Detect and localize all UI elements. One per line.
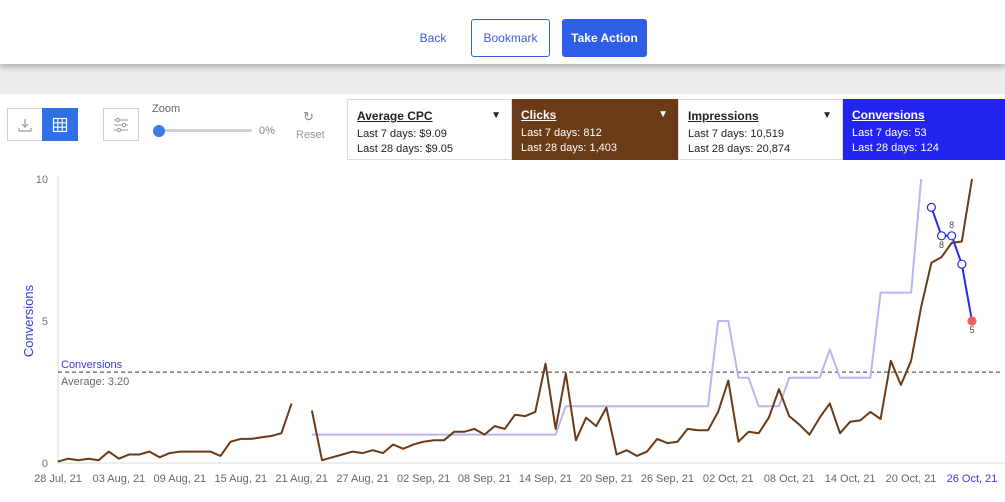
metric-7-day: Last 7 days: 812 xyxy=(521,127,602,139)
conversions-point xyxy=(936,231,947,241)
x-tick-label: 09 Aug, 21 xyxy=(154,473,207,485)
metric-card-conversions[interactable]: Conversions Last 7 days: 53 Last 28 days… xyxy=(843,99,1005,160)
metric-name: Clicks xyxy=(521,108,557,122)
x-tick-label: 14 Sep, 21 xyxy=(519,473,572,485)
x-tick-label: 08 Oct, 21 xyxy=(764,473,815,485)
metric-28-day: Last 28 days: 124 xyxy=(852,142,939,154)
zoom-slider-thumb[interactable] xyxy=(153,125,165,137)
download-button[interactable] xyxy=(7,108,43,141)
table-view-button[interactable] xyxy=(42,108,78,141)
conversions-line-chart: 0 5 10 Conversions 28 Jul, 21 03 Aug, 21 09 Au… xyxy=(21,174,1005,485)
x-tick-label: 15 Aug, 21 xyxy=(214,473,267,485)
x-tick-label: 21 Aug, 21 xyxy=(275,473,328,485)
conversions-point xyxy=(947,231,957,241)
conversions-point-label: 8 xyxy=(949,220,954,230)
metric-7-day: Last 7 days: 53 xyxy=(852,127,927,139)
back-button[interactable]: Back xyxy=(405,19,461,57)
x-tick-label: 08 Sep, 21 xyxy=(458,473,511,485)
reset-button[interactable]: Reset xyxy=(296,129,325,141)
caret-down-icon[interactable]: ▼ xyxy=(491,110,501,121)
y-tick-label: 0 xyxy=(42,458,48,470)
zoom-slider-track[interactable] xyxy=(158,129,252,132)
header-divider-band xyxy=(0,64,1005,94)
x-tick-label: 27 Aug, 21 xyxy=(336,473,389,485)
conversions-point xyxy=(926,202,936,212)
caret-down-icon[interactable]: ▼ xyxy=(658,109,668,120)
y-tick-label: 10 xyxy=(36,174,48,186)
metric-card-impressions[interactable]: Impressions ▼ Last 7 days: 10,519 Last 2… xyxy=(678,99,843,160)
zoom-label: Zoom xyxy=(152,103,181,115)
take-action-button[interactable]: Take Action xyxy=(562,19,647,57)
metric-name: Impressions xyxy=(688,109,759,123)
grid-icon xyxy=(52,117,68,132)
average-series-label: Conversions xyxy=(61,359,123,371)
conversions-point-label: 5 xyxy=(969,325,974,335)
y-axis-label: Conversions xyxy=(21,284,36,357)
y-tick-label: 5 xyxy=(42,316,48,328)
download-icon xyxy=(18,118,32,132)
sliders-icon xyxy=(114,117,128,132)
metric-card-average-cpc[interactable]: Average CPC ▼ Last 7 days: $9.09 Last 28… xyxy=(347,99,512,160)
conversions-point-label: 8 xyxy=(939,240,944,250)
metric-28-day: Last 28 days: 20,874 xyxy=(688,143,791,155)
x-tick-label: 28 Jul, 21 xyxy=(34,473,82,485)
top-action-bar: Back Bookmark Take Action xyxy=(0,0,1005,64)
average-value-label: Average: 3.20 xyxy=(61,376,129,388)
clicks-series-line xyxy=(57,178,973,463)
x-tick-label: 20 Sep, 21 xyxy=(580,473,633,485)
x-tick-label: 02 Oct, 21 xyxy=(703,473,754,485)
x-tick-label: 03 Aug, 21 xyxy=(93,473,146,485)
caret-down-icon[interactable]: ▼ xyxy=(822,110,832,121)
x-tick-label: 26 Sep, 21 xyxy=(641,473,694,485)
x-tick-label: 02 Sep, 21 xyxy=(397,473,450,485)
zoom-value: 0% xyxy=(259,125,275,137)
metric-7-day: Last 7 days: 10,519 xyxy=(688,128,785,140)
conversions-point xyxy=(967,316,977,326)
bookmark-button[interactable]: Bookmark xyxy=(471,19,550,57)
x-tick-label: 26 Oct, 21 xyxy=(947,473,998,485)
reset-icon[interactable]: ↻ xyxy=(303,109,314,125)
metric-28-day: Last 28 days: $9.05 xyxy=(357,143,454,155)
metric-28-day: Last 28 days: 1,403 xyxy=(521,142,618,154)
impressions-series-line xyxy=(311,178,923,436)
metric-card-clicks[interactable]: Clicks ▼ Last 7 days: 812 Last 28 days: … xyxy=(512,99,678,160)
filter-settings-button[interactable] xyxy=(103,108,139,141)
metric-name: Average CPC xyxy=(357,109,433,123)
metric-name: Conversions xyxy=(852,108,925,122)
conversions-point xyxy=(957,259,967,269)
metric-7-day: Last 7 days: $9.09 xyxy=(357,128,447,140)
x-tick-label: 20 Oct, 21 xyxy=(886,473,937,485)
x-tick-label: 14 Oct, 21 xyxy=(825,473,876,485)
